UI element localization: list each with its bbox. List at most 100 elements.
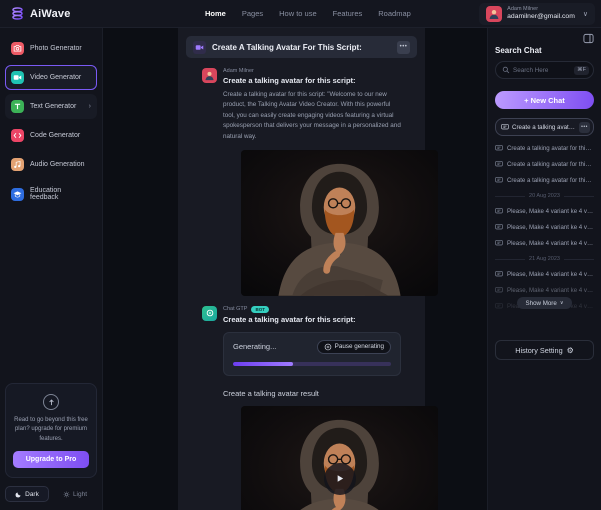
progress-fill	[233, 362, 293, 366]
bot-avatar	[202, 306, 217, 321]
user-email: adamilner@gmail.com	[507, 13, 575, 22]
bot-author: Chat GTP	[223, 306, 247, 312]
history-setting-button[interactable]: History Setting ⚙	[495, 340, 594, 360]
nav-features[interactable]: Features	[333, 9, 363, 18]
chat-item-icon	[495, 160, 503, 168]
chat-history-label: Please, Make 4 variant ke 4 varian	[507, 240, 594, 247]
logo-text: AiWave	[30, 8, 71, 20]
chat-history-item[interactable]: Please, Make 4 variant ke 4 varian	[495, 239, 594, 247]
upgrade-to-pro-button[interactable]: Upgrade to Pro	[13, 451, 89, 468]
generated-avatar-video[interactable]	[241, 406, 438, 510]
bot-message-title: Create a talking avatar for this script:	[223, 315, 401, 324]
chat-history-item[interactable]: Please, Make 4 variant ke 4 varian	[495, 223, 594, 231]
generating-card: Generating... Pause generating	[223, 332, 401, 376]
code-icon	[11, 129, 24, 142]
chat-history-item[interactable]: Create a talking avatar for this scrip	[495, 176, 594, 184]
nav-roadmap[interactable]: Roadmap	[378, 9, 411, 18]
user-meta: Adam Milner adamilner@gmail.com	[507, 6, 575, 22]
chat-history-item[interactable]: Please, Make 4 variant ke 4 varian	[495, 286, 594, 294]
search-icon	[502, 66, 510, 74]
light-mode-button[interactable]: Light	[53, 486, 97, 502]
chat-item-icon	[501, 123, 509, 131]
user-avatar	[486, 6, 502, 22]
theme-toggle: Dark Light	[5, 486, 97, 502]
dark-label: Dark	[25, 491, 39, 498]
sidebar-item-label: Video Generator	[30, 74, 81, 81]
chat-history-label: Create a talking avatar for this scrip	[507, 161, 594, 168]
dark-mode-button[interactable]: Dark	[5, 486, 49, 502]
chat-item-menu-button[interactable]: •••	[579, 122, 590, 133]
chevron-down-icon: ∨	[560, 300, 564, 306]
sidebar-item-label: Education feedback	[30, 187, 91, 201]
nav-home[interactable]: Home	[205, 9, 226, 18]
collapse-sidebar-icon[interactable]	[583, 32, 594, 44]
chat-history-item[interactable]: Please, Make 4 variant ke 4 varian	[495, 270, 594, 278]
user-menu[interactable]: Adam Milner adamilner@gmail.com ∨	[479, 3, 595, 25]
bot-message-content: Chat GTP BOT Create a talking avatar for…	[223, 306, 401, 510]
chevron-right-icon: ›	[89, 103, 91, 110]
gear-icon: ⚙	[567, 346, 574, 355]
chat-topic-icon	[193, 41, 206, 54]
sidebar-item-text-generator[interactable]: Text Generator ›	[5, 94, 97, 119]
date-divider: 21 Aug 2023	[495, 256, 594, 262]
video-overlay	[241, 406, 438, 510]
nav-pages[interactable]: Pages	[242, 9, 263, 18]
bot-message: Chat GTP BOT Create a talking avatar for…	[202, 306, 401, 510]
user-message: Adam Milner Create a talking avatar for …	[202, 68, 401, 296]
sidebar-item-code-generator[interactable]: Code Generator	[5, 123, 97, 148]
pause-icon	[324, 343, 332, 351]
aiwave-logo-icon	[10, 6, 25, 21]
light-label: Light	[73, 491, 87, 498]
active-chat-label: Create a talking avatar for this scrip	[512, 124, 576, 131]
chat-history-item[interactable]: Create a talking avatar for this scrip	[495, 144, 594, 152]
sidebar-item-label: Code Generator	[30, 132, 80, 139]
new-chat-button[interactable]: + New Chat	[495, 91, 594, 109]
chat-item-icon	[495, 176, 503, 184]
aiwave-app: AiWave Home Pages How to use Features Ro…	[0, 0, 601, 510]
chat-menu-button[interactable]: •••	[397, 41, 410, 54]
play-button[interactable]	[324, 463, 356, 495]
chat-history-label: Please, Make 4 variant ke 4 varian	[507, 224, 594, 231]
date-divider: 20 Aug 2023	[495, 193, 594, 199]
user-name: Adam Milner	[507, 6, 575, 13]
main-nav: Home Pages How to use Features Roadmap	[205, 9, 411, 18]
search-input[interactable]	[513, 67, 571, 74]
topbar: AiWave Home Pages How to use Features Ro…	[0, 0, 601, 28]
right-sidebar: Search Chat ⌘F + New Chat Create a talki…	[487, 28, 601, 510]
active-chat-item[interactable]: Create a talking avatar for this scrip •…	[495, 118, 594, 136]
message-author: Adam Milner	[223, 68, 401, 74]
video-icon	[11, 71, 24, 84]
message-title: Create a talking avatar for this script:	[223, 76, 401, 85]
sidebar-item-video-generator[interactable]: Video Generator	[5, 65, 97, 90]
sidebar-item-audio-generation[interactable]: Audio Generation	[5, 152, 97, 177]
result-label: Create a talking avatar result	[223, 389, 401, 398]
chat-item-icon	[495, 144, 503, 152]
pause-generating-button[interactable]: Pause generating	[317, 340, 391, 354]
chat-header: Create A Talking Avatar For This Script:…	[186, 36, 417, 58]
text-icon	[11, 100, 24, 113]
app-logo[interactable]: AiWave	[10, 6, 71, 21]
sidebar-item-label: Audio Generation	[30, 161, 84, 168]
user-message-avatar	[202, 68, 217, 83]
chat-history-label: Please, Make 4 variant ke 4 varian	[507, 208, 594, 215]
left-sidebar: Photo Generator Video Generator Text Gen…	[0, 28, 103, 510]
history-setting-label: History Setting	[515, 346, 562, 355]
photo-icon	[11, 42, 24, 55]
chat-history-item[interactable]: Create a talking avatar for this scrip	[495, 160, 594, 168]
chat-item-icon	[495, 207, 503, 215]
upgrade-message: Read to go beyond this free plan? upgrad…	[13, 416, 89, 444]
pause-label: Pause generating	[335, 343, 384, 350]
sun-icon	[63, 491, 70, 498]
chat-item-icon	[495, 286, 503, 294]
chat-history-label: Create a talking avatar for this scrip	[507, 177, 594, 184]
sidebar-item-education-feedback[interactable]: Education feedback	[5, 181, 97, 207]
progress-bar	[233, 362, 391, 366]
bot-badge: BOT	[251, 306, 269, 313]
nav-how-to-use[interactable]: How to use	[279, 9, 317, 18]
chat-item-icon	[495, 223, 503, 231]
chat-messages: Adam Milner Create a talking avatar for …	[178, 68, 425, 510]
sidebar-item-photo-generator[interactable]: Photo Generator	[5, 36, 97, 61]
chat-history-item[interactable]: Please, Make 4 variant ke 4 varian	[495, 207, 594, 215]
show-more-button[interactable]: Show More ∨	[517, 297, 573, 309]
audio-icon	[11, 158, 24, 171]
